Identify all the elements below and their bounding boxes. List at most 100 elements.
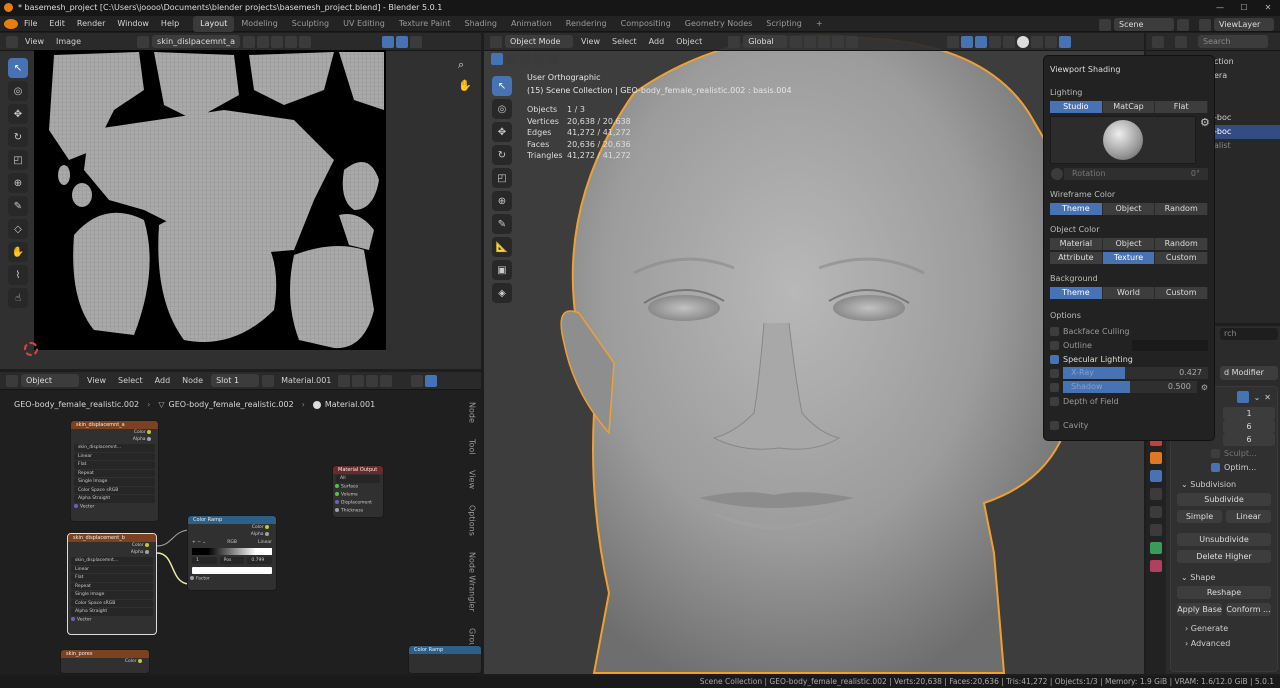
add-modifier-button[interactable]: d Modifier (1220, 366, 1278, 380)
advanced-panel-header[interactable]: › Advanced (1171, 633, 1277, 648)
material-tab-icon[interactable] (1150, 560, 1162, 572)
color-ramp-node-2[interactable]: Color Ramp (408, 645, 482, 674)
add-workspace-button[interactable]: + (809, 16, 830, 32)
wire-object-button[interactable]: Object (1102, 203, 1156, 215)
input-surface[interactable]: Surface (341, 484, 358, 489)
image-menu-image[interactable]: Image (50, 33, 87, 51)
gizmo-toggle-icon[interactable] (961, 35, 974, 48)
maximize-icon[interactable]: ☐ (1232, 0, 1256, 16)
ramp-interpolation[interactable]: Linear (258, 540, 272, 545)
node-extension[interactable]: Repeat (74, 469, 155, 477)
color-custom-button[interactable]: Custom (1155, 252, 1209, 264)
node-interpolation[interactable]: Linear (74, 452, 155, 460)
overlay-icon[interactable] (396, 35, 409, 48)
view-layer-selector[interactable]: ViewLayer (1214, 18, 1274, 31)
studio-light-preview[interactable] (1050, 116, 1196, 164)
uv-sync-icon[interactable] (382, 35, 395, 48)
modifier-visibility-icon[interactable] (1236, 391, 1249, 403)
node-source[interactable]: Single Image (71, 591, 153, 599)
pinch-tool-icon[interactable]: ☝ (8, 288, 28, 308)
depth-of-field-checkbox[interactable]: Depth of Field (1063, 397, 1119, 406)
tab-uv-editing[interactable]: UV Editing (336, 16, 392, 32)
mode-selector[interactable]: Object Mode (505, 35, 573, 48)
node-extension[interactable]: Repeat (71, 582, 153, 590)
scene-selector[interactable]: Scene (1114, 18, 1174, 31)
annotate-tool-icon[interactable]: ✎ (8, 196, 28, 216)
cavity-checkbox[interactable]: Cavity (1063, 421, 1088, 430)
material-output-node[interactable]: Material Output All Surface Volume Displ… (332, 465, 384, 518)
lighting-studio-button[interactable]: Studio (1050, 101, 1103, 113)
viewport-menu-object[interactable]: Object (670, 33, 708, 51)
select-new-icon[interactable] (491, 53, 503, 65)
levels-sculpt[interactable]: 6 (1223, 420, 1275, 433)
cursor-tool-icon[interactable]: ◎ (8, 81, 28, 101)
properties-search[interactable]: rch (1220, 328, 1278, 340)
tab-modeling[interactable]: Modeling (234, 16, 284, 32)
bg-theme-button[interactable]: Theme (1050, 287, 1103, 299)
pin-icon[interactable] (299, 35, 312, 48)
material-shading-icon[interactable] (1031, 35, 1044, 48)
output-target-select[interactable]: All (336, 475, 380, 483)
proportional-edit-icon[interactable] (832, 35, 845, 48)
transform-orientation-select[interactable]: Global (743, 35, 788, 48)
world-rotate-toggle-icon[interactable] (1051, 168, 1063, 180)
menu-render[interactable]: Render (71, 16, 111, 32)
scale-tool-icon[interactable]: ◰ (492, 168, 512, 188)
ramp-stop-index[interactable]: 1 (192, 556, 217, 565)
viewport-editor-type-icon[interactable] (490, 35, 502, 48)
tab-compositing[interactable]: Compositing (614, 16, 678, 32)
viewport-menu-add[interactable]: Add (643, 33, 671, 51)
xray-slider[interactable]: X-Ray 0.427 (1063, 367, 1208, 379)
tab-animation[interactable]: Animation (504, 16, 559, 32)
solid-shading-icon[interactable] (1017, 35, 1030, 48)
scale-tool-icon[interactable]: ◰ (8, 150, 28, 170)
menu-help[interactable]: Help (155, 16, 185, 32)
rotation-field[interactable]: Rotation 0° (1064, 168, 1208, 180)
backface-culling-checkbox[interactable]: Backface Culling (1063, 327, 1129, 336)
add-mesh-tool-icon[interactable]: ◈ (492, 283, 512, 303)
editor-type-icon[interactable] (6, 35, 18, 48)
visibility-icon[interactable] (947, 35, 960, 48)
ramp-add-remove-icon[interactable]: + − ⌄ (192, 540, 206, 545)
annotate-tool-icon[interactable]: ✎ (492, 214, 512, 234)
minimize-icon[interactable]: — (1208, 0, 1232, 16)
node-projection[interactable]: Flat (71, 574, 153, 582)
optimal-display-checkbox[interactable]: Optim... (1224, 463, 1256, 472)
linear-button[interactable]: Linear (1226, 510, 1271, 523)
modifier-remove-icon[interactable]: ✕ (1264, 393, 1271, 402)
image-texture-node-c[interactable]: skin_pores Color (60, 649, 150, 674)
node-output-color[interactable]: Color (71, 429, 158, 436)
unlink-image-icon[interactable] (285, 35, 298, 48)
lighting-matcap-button[interactable]: MatCap (1102, 101, 1156, 113)
apply-base-button[interactable]: Apply Base (1177, 603, 1222, 616)
node-colorspace[interactable]: Color Space sRGB (74, 486, 155, 494)
ramp-stop-color[interactable] (192, 567, 272, 574)
node-input-vector[interactable]: Vector (77, 617, 91, 622)
ramp-output-color[interactable]: Color (188, 524, 276, 531)
menu-file[interactable]: File (18, 16, 43, 32)
levels-render[interactable]: 6 (1223, 433, 1275, 446)
outliner-row[interactable]: -boc (1214, 111, 1280, 125)
sculpt-base-mesh-checkbox[interactable]: Sculpt... (1224, 449, 1257, 458)
color-texture-button[interactable]: Texture (1102, 252, 1156, 264)
tab-scripting[interactable]: Scripting (759, 16, 809, 32)
falloff-icon[interactable] (846, 35, 859, 48)
particles-tab-icon[interactable] (1150, 488, 1162, 500)
new-scene-icon[interactable] (1177, 18, 1189, 31)
ramp-pos-value[interactable]: 0.799 (247, 556, 273, 565)
tab-rendering[interactable]: Rendering (559, 16, 614, 32)
reshape-button[interactable]: Reshape (1177, 586, 1271, 599)
outline-color-swatch[interactable] (1132, 339, 1208, 351)
wire-theme-button[interactable]: Theme (1050, 203, 1103, 215)
image-browse-icon[interactable] (137, 35, 150, 48)
node-image-field[interactable]: skin_displacemnt... (71, 557, 153, 565)
xray-toggle-icon[interactable] (989, 35, 1002, 48)
gizmo-icon[interactable] (410, 35, 423, 48)
color-ramp-node[interactable]: Color Ramp Color Alpha + − ⌄ RGB Linear … (187, 515, 277, 591)
open-image-icon[interactable] (271, 35, 284, 48)
lighting-flat-button[interactable]: Flat (1155, 101, 1209, 113)
node-alpha-mode[interactable]: Alpha Straight (74, 495, 155, 503)
select-box-tool-icon[interactable]: ↖ (492, 76, 512, 96)
select-invert-icon[interactable] (533, 53, 545, 65)
tab-shading[interactable]: Shading (457, 16, 504, 32)
